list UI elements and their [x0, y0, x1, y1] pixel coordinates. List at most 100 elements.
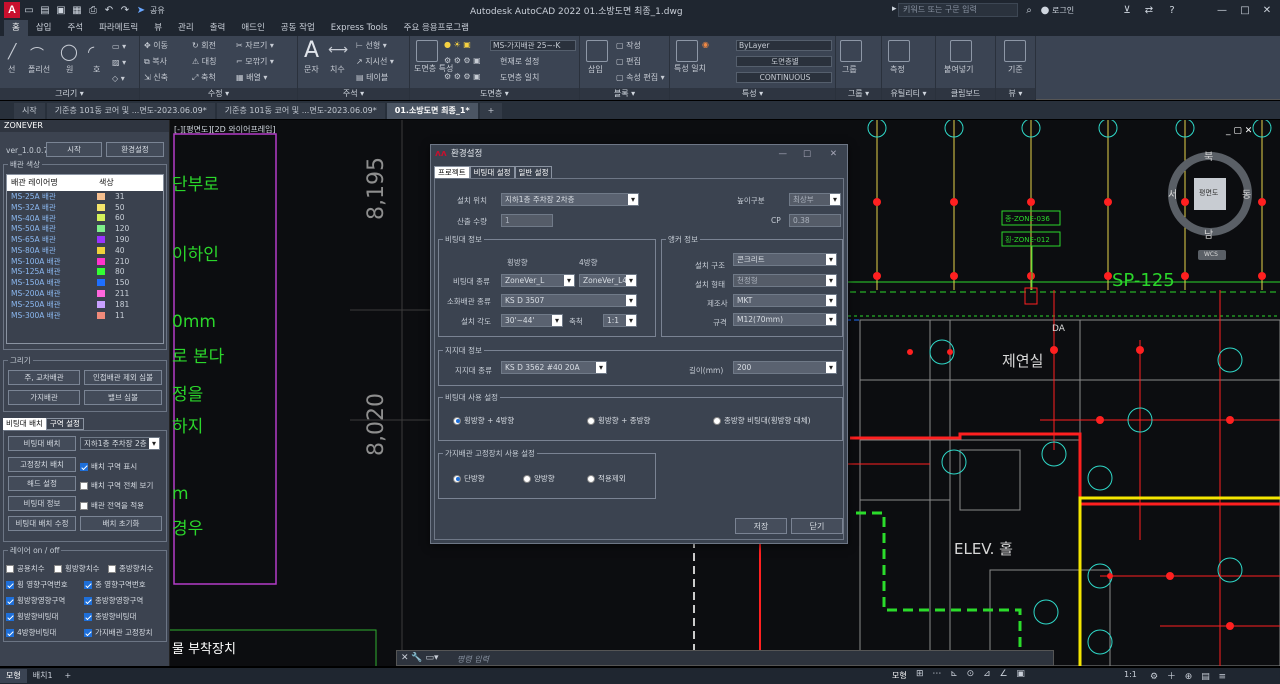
add-layout-icon[interactable]: + — [59, 669, 78, 683]
checkbox[interactable] — [6, 596, 14, 605]
branch-radio-2[interactable]: 양방향 — [523, 473, 555, 484]
group-label[interactable]: 그룹 — [842, 64, 857, 75]
main-pipe-button[interactable]: 주, 교차배관 — [8, 370, 80, 385]
checkbox[interactable] — [84, 628, 92, 637]
layer-combo[interactable]: MS-가지배관 25~-K — [490, 40, 576, 51]
scale-tool[interactable]: ⤢ 축척 — [192, 72, 216, 83]
usage-radio-1[interactable]: 횡방향 + 4방향 — [453, 415, 514, 426]
usage-radio-3[interactable]: 종방향 비팅대(횡방향 대체) — [713, 415, 811, 426]
valve-symbol-button[interactable]: 밸브 심볼 — [84, 390, 162, 405]
usage-radio-2[interactable]: 횡방향 + 종방향 — [587, 415, 650, 426]
share-label[interactable]: 공유 — [150, 5, 165, 16]
checkbox[interactable] — [84, 580, 92, 589]
autocad-logo-icon[interactable]: A — [4, 2, 20, 18]
layer-row[interactable]: MS-40A 배관 60 — [7, 213, 163, 224]
panel-clipboard-label[interactable]: 클립보드 — [936, 88, 995, 100]
layer-row[interactable]: MS-50A 배관 120 — [7, 223, 163, 234]
dialog-title-bar[interactable]: ʌʌ 환경설정 — □ ✕ — [431, 145, 847, 163]
structure-select[interactable]: 콘크리트 — [733, 253, 837, 266]
move-tool[interactable]: ✥ 이동 — [144, 40, 168, 51]
exchange-icon[interactable]: ⇄ — [1142, 3, 1156, 17]
settings-button[interactable]: 환경설정 — [106, 142, 164, 157]
checkbox[interactable] — [84, 596, 92, 605]
panel-annotation-label[interactable]: 주석 ▾ — [298, 88, 409, 100]
create-block[interactable]: ▢ 작성 — [616, 40, 641, 51]
viewport-controls-icon[interactable]: _ ▢ ✕ — [1226, 126, 1252, 136]
circle-tool-icon[interactable]: ◯ — [60, 42, 78, 61]
panel-layers-label[interactable]: 도면층 ▾ — [410, 88, 579, 100]
wcs-label[interactable]: WCS — [1204, 251, 1218, 258]
show-all-check[interactable]: 배치 구역 전체 보기 — [80, 480, 153, 491]
compass-east[interactable]: 동 — [1242, 186, 1251, 201]
layer-toggle-check[interactable]: 횡방향비팅대 — [6, 611, 58, 622]
measure-icon[interactable] — [888, 40, 910, 62]
insert-block-icon[interactable] — [586, 40, 608, 62]
new-file-icon[interactable]: ▭ — [22, 3, 36, 17]
leader-tool[interactable]: ↗ 지시선 ▾ — [356, 56, 394, 67]
maximize-icon[interactable]: □ — [1238, 3, 1252, 17]
layer-row[interactable]: MS-80A 배관 40 — [7, 245, 163, 256]
circle-tool-label[interactable]: 원 — [66, 64, 73, 75]
tab-manage[interactable]: 관리 — [170, 20, 202, 36]
layer-toggle-check[interactable]: 4방향비팅대 — [6, 627, 56, 638]
arc-tool-label[interactable]: 호 — [93, 64, 100, 75]
viewcube-face[interactable]: 평면도 — [1199, 188, 1218, 198]
layer-properties-icon[interactable] — [416, 40, 438, 62]
start-button[interactable]: 시작 — [46, 142, 102, 157]
tab-output[interactable]: 출력 — [202, 20, 234, 36]
maker-select[interactable]: MKT — [733, 294, 837, 307]
mirror-tool[interactable]: ⚠ 대칭 — [192, 56, 216, 67]
tab-featured-apps[interactable]: 주요 응용프로그램 — [396, 20, 477, 36]
checkbox[interactable] — [108, 564, 116, 573]
doc-tab-start[interactable]: 시작 — [14, 103, 45, 119]
compass-north[interactable]: 북 — [1204, 148, 1213, 163]
doc-tab-1[interactable]: 기준층 101동 코어 및 ...면도-2023.06.09* — [46, 103, 215, 119]
tab-addins[interactable]: 애드인 — [233, 20, 272, 36]
layer-row[interactable]: MS-200A 배관 211 — [7, 288, 163, 299]
command-input[interactable]: 명령 입력 — [457, 654, 489, 665]
layer-toggle-check[interactable]: 종 영향구역번호 — [84, 579, 146, 590]
reset-button[interactable]: 배치 초기화 — [80, 516, 162, 531]
layer-tools-row2[interactable]: ⚙ ⚙ ⚙ ▣ — [444, 72, 481, 81]
close-button[interactable]: 닫기 — [791, 518, 843, 534]
adjacent-symbol-button[interactable]: 인접배관 제외 심볼 — [84, 370, 162, 385]
checkbox[interactable] — [84, 612, 92, 621]
checkbox[interactable] — [6, 628, 14, 637]
text-tool-label[interactable]: 문자 — [304, 64, 319, 75]
new-tab-icon[interactable]: + — [479, 103, 503, 119]
lineweight-combo[interactable]: 도면층별 — [736, 56, 832, 67]
match-properties-label[interactable]: 특성 일치 — [674, 64, 706, 73]
panel-block-label[interactable]: 블록 ▾ — [580, 88, 669, 100]
brace-type-4-select[interactable]: ZoneVer_L4 — [579, 274, 637, 287]
dimension-tool-icon[interactable]: ⟷ — [328, 42, 348, 58]
save-as-icon[interactable]: ▦ — [70, 3, 84, 17]
tab-parametric[interactable]: 파라메트릭 — [91, 20, 146, 36]
login-label[interactable]: 로그인 — [1052, 5, 1074, 16]
layer-toggle-check[interactable]: 종방향영향구역 — [84, 595, 143, 606]
rotate-tool[interactable]: ↻ 회전 — [192, 40, 216, 51]
doc-tab-2[interactable]: 기준층 101동 코어 및 ...면도-2023.06.09* — [216, 103, 385, 119]
brace-info-button[interactable]: 비팅대 정보 — [8, 496, 76, 511]
table-tool[interactable]: ▤ 테이블 — [356, 72, 388, 83]
layer-row[interactable]: MS-125A 배관 80 — [7, 267, 163, 278]
apply-all-check[interactable]: 배관 전역을 적용 — [80, 500, 144, 511]
brace-place-button[interactable]: 비팅대 배치 — [8, 436, 76, 451]
panel-properties-label[interactable]: 특성 ▾ — [670, 88, 835, 100]
layer-toggle-check[interactable]: 횡 영향구역번호 — [6, 579, 68, 590]
array-tool[interactable]: ▦ 배열 ▾ — [236, 72, 267, 83]
cmd-close-icon[interactable]: ✕ 🔧 ▭▾ — [401, 653, 439, 663]
layer-toggle-check[interactable]: 종방향치수 — [108, 563, 154, 574]
doc-tab-active[interactable]: 01.소방도면 최종_1* — [386, 103, 478, 119]
layer-toggle-check[interactable]: 횡방향영향구역 — [6, 595, 65, 606]
base-view-icon[interactable] — [1004, 40, 1026, 62]
quantity-input[interactable]: 1 — [501, 214, 553, 227]
form-select[interactable]: 천정형 — [733, 274, 837, 287]
group-icon[interactable] — [840, 40, 862, 62]
tab-insert[interactable]: 삽입 — [28, 20, 60, 36]
linear-tool[interactable]: ⊢ 선형 ▾ — [356, 40, 387, 51]
brace-modify-button[interactable]: 비팅대 배치 수정 — [8, 516, 76, 531]
fillet-tool[interactable]: ⌐ 모깎기 ▾ — [236, 56, 274, 67]
save-button[interactable]: 저장 — [735, 518, 787, 534]
layer-toggle-check[interactable]: 종방향비팅대 — [84, 611, 136, 622]
print-icon[interactable]: ⎙ — [86, 3, 100, 17]
